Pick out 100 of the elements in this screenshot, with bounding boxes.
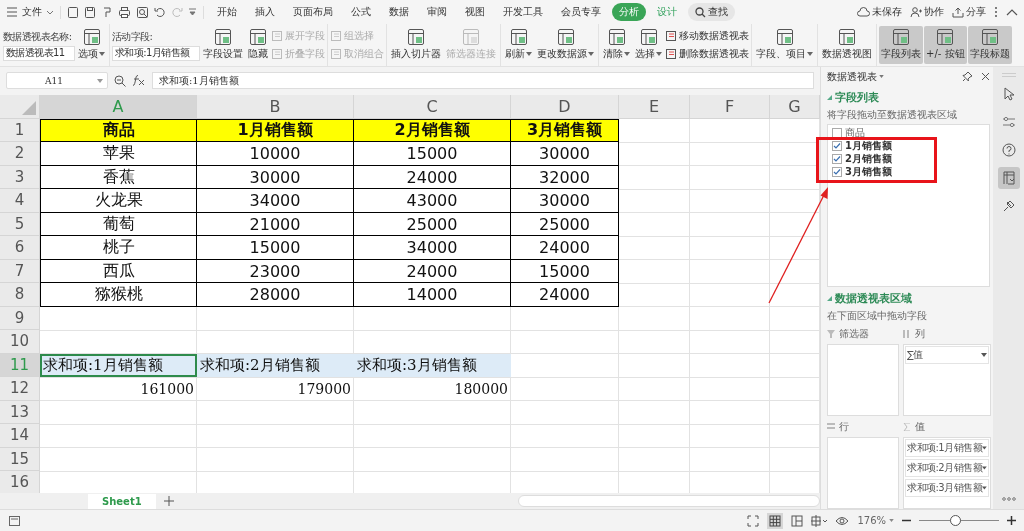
column-header[interactable]: B <box>197 94 354 119</box>
function-icon[interactable] <box>132 74 146 88</box>
row-header[interactable]: 10 <box>0 330 40 354</box>
menu-tab[interactable]: 开始 <box>210 3 244 21</box>
collaborate-button[interactable]: 协作 <box>910 5 944 19</box>
checkbox[interactable] <box>832 140 842 151</box>
add-sheet-icon[interactable] <box>163 496 174 507</box>
ribbon-button[interactable]: +/- 按钮 <box>924 26 967 64</box>
row-header[interactable]: 1 <box>0 118 40 143</box>
menu-tab[interactable]: 公式 <box>344 3 378 21</box>
drop-area[interactable]: ∑值 <box>903 344 991 416</box>
fullscreen-icon[interactable] <box>747 514 760 527</box>
section-header[interactable]: 字段列表 <box>827 90 990 106</box>
row-header[interactable]: 8 <box>0 283 40 307</box>
eye-icon[interactable] <box>835 514 850 527</box>
ribbon-button[interactable]: 移动数据透视表 <box>665 29 749 43</box>
share-button[interactable]: 分享 <box>952 5 986 19</box>
menu-tab[interactable]: 页面布局 <box>286 3 340 21</box>
list-icon <box>665 48 677 60</box>
area-field-chip[interactable]: 求和项:3月销售额 <box>905 479 989 497</box>
ribbon-button[interactable]: 字段列表 <box>879 26 923 64</box>
row-header[interactable]: 13 <box>0 400 40 425</box>
row-header[interactable]: 16 <box>0 471 40 494</box>
section-header[interactable]: 数据透视表区域 <box>827 291 990 306</box>
undo-icon[interactable] <box>154 6 166 18</box>
collapse-icon[interactable] <box>1006 8 1018 16</box>
row-header[interactable]: 9 <box>0 306 40 331</box>
menu-tab[interactable]: 视图 <box>458 3 492 21</box>
field-item[interactable]: 1月销售额 <box>832 139 892 153</box>
row-header[interactable]: 3 <box>0 165 40 190</box>
search-button[interactable]: 查找 <box>688 3 735 21</box>
column-header[interactable]: C <box>354 94 511 119</box>
column-header[interactable]: E <box>619 94 690 119</box>
ribbon-button[interactable]: 更改数据源 <box>535 26 596 64</box>
drop-area[interactable]: 求和项:1月销售额 求和项:2月销售额 求和项:3月销售额 <box>903 437 991 509</box>
formula-field[interactable]: 求和项:1月销售额 <box>152 72 814 90</box>
save-icon[interactable] <box>84 5 96 19</box>
area-field-chip[interactable]: 求和项:1月销售额 <box>905 439 989 457</box>
menu-tab[interactable]: 审阅 <box>420 3 454 21</box>
column-header[interactable]: G <box>770 94 820 119</box>
unsaved-button[interactable]: 未保存 <box>857 5 902 19</box>
row-header[interactable]: 7 <box>0 259 40 284</box>
field-item[interactable]: 2月销售额 <box>832 152 892 166</box>
checkbox[interactable] <box>832 153 842 164</box>
header-cell: 商品 <box>40 118 197 143</box>
ribbon-button[interactable]: 刷新 <box>503 26 534 64</box>
file-menu[interactable]: 文件 <box>6 5 54 19</box>
row-header[interactable]: 4 <box>0 189 40 213</box>
ribbon-button[interactable]: 插入切片器 <box>389 26 443 64</box>
new-file-icon[interactable] <box>67 5 79 19</box>
zoom-in-icon[interactable] <box>1007 516 1016 525</box>
field-list-icon[interactable] <box>997 167 1020 189</box>
zoom-icon[interactable] <box>114 74 126 87</box>
text-field[interactable]: 数据透视表11 <box>3 45 75 61</box>
ribbon-button[interactable]: 选项 <box>76 26 107 64</box>
zoom-slider-thumb[interactable] <box>950 515 961 526</box>
zoom-level-dropdown[interactable]: 176% <box>857 515 894 526</box>
row-header[interactable]: 2 <box>0 142 40 166</box>
print-icon[interactable] <box>118 5 131 19</box>
table-icon <box>892 29 910 45</box>
customize-icon[interactable] <box>188 8 197 16</box>
ribbon-button[interactable]: 隐藏 <box>246 26 270 64</box>
ribbon-button[interactable]: 数据透视图 <box>820 26 874 64</box>
page-layout-icon[interactable] <box>791 514 804 527</box>
row-header[interactable]: 15 <box>0 447 40 472</box>
column-header[interactable]: D <box>511 94 619 119</box>
ribbon-button[interactable]: 字段设置 <box>201 26 245 64</box>
horizontal-scrollbar[interactable] <box>518 495 820 508</box>
area-field-chip[interactable]: 求和项:2月销售额 <box>905 459 989 477</box>
field-item[interactable]: 3月销售额 <box>832 165 892 179</box>
menu-tab[interactable]: 会员专享 <box>554 3 608 21</box>
freeze-icon[interactable] <box>811 514 828 527</box>
area-field-chip[interactable]: ∑值 <box>905 346 989 364</box>
ribbon-button[interactable]: 选择 <box>633 26 664 64</box>
row-header[interactable]: 6 <box>0 236 40 260</box>
menu-tab[interactable]: 插入 <box>248 3 282 21</box>
checkbox[interactable] <box>832 127 842 138</box>
print-preview-icon[interactable] <box>136 5 149 19</box>
row-header[interactable]: 5 <box>0 212 40 237</box>
normal-view-icon[interactable] <box>767 512 784 529</box>
field-item[interactable]: 商品 <box>832 126 865 140</box>
menu-tab[interactable]: 开发工具 <box>496 3 550 21</box>
sheet-tab[interactable]: Sheet1 <box>88 493 156 509</box>
pin-icon[interactable] <box>962 71 973 82</box>
checkbox[interactable] <box>832 166 842 177</box>
close-icon[interactable] <box>981 72 990 81</box>
text-field[interactable]: 求和项:1月销售额 <box>112 45 200 61</box>
menu-tab[interactable]: 数据 <box>382 3 416 21</box>
column-header[interactable]: F <box>690 94 770 119</box>
row-header[interactable]: 12 <box>0 377 40 401</box>
ribbon-button[interactable]: 清除 <box>601 26 632 64</box>
macro-icon[interactable] <box>8 514 21 527</box>
ribbon-button[interactable]: 字段、项目 <box>754 26 815 64</box>
ribbon-button[interactable]: 删除数据透视表 <box>665 47 749 61</box>
ribbon-button[interactable]: 字段标题 <box>967 26 1012 64</box>
name-box[interactable]: A11 <box>6 72 108 90</box>
panel-title-dropdown[interactable]: 数据透视表 <box>827 69 884 84</box>
caret-icon <box>588 52 594 56</box>
row-header[interactable]: 14 <box>0 424 40 448</box>
more-icon[interactable] <box>994 6 998 18</box>
